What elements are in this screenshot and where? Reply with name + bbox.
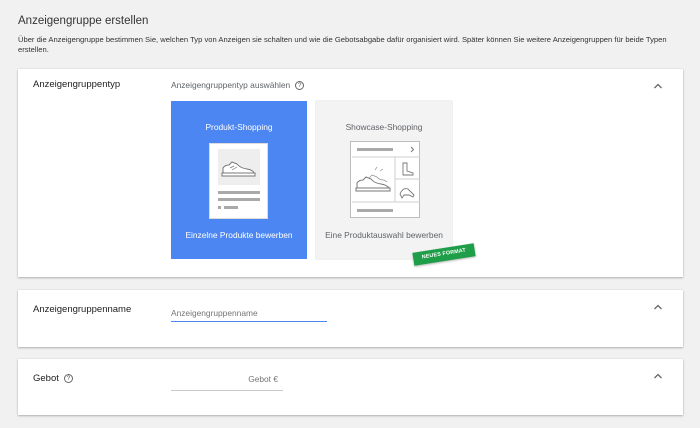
product-shopping-footer: Einzelne Produkte bewerben — [185, 230, 293, 240]
ad-group-type-prompt-text: Anzeigengruppentyp auswählen — [171, 80, 291, 90]
page-description: Über die Anzeigengruppe bestimmen Sie, w… — [18, 35, 667, 54]
bid-input[interactable]: Gebot € — [171, 372, 283, 391]
chevron-up-icon[interactable] — [653, 303, 663, 311]
ad-group-type-card: Anzeigengruppentyp Anzeigengruppentyp au… — [18, 69, 683, 277]
boot-icon — [402, 162, 414, 176]
product-shopping-option[interactable]: Produkt-Shopping Einzelne Produkte bewer… — [171, 101, 307, 259]
bid-card: Gebot? Gebot € — [18, 359, 683, 415]
showcase-shopping-title: Showcase-Shopping — [345, 122, 423, 132]
sneaker-icon — [355, 166, 391, 192]
ad-group-name-input[interactable] — [171, 304, 327, 322]
ad-group-type-label: Anzeigengruppentyp — [33, 79, 121, 90]
bid-input-text: Gebot € — [248, 374, 278, 384]
single-product-illustration — [209, 143, 268, 219]
help-circle-icon[interactable]: ? — [295, 81, 305, 90]
help-circle-icon[interactable]: ? — [63, 374, 73, 383]
chevron-up-icon[interactable] — [653, 372, 663, 380]
ad-group-name-label: Anzeigengruppenname — [33, 304, 132, 315]
bid-label-text: Gebot — [33, 373, 59, 384]
ad-group-type-prompt: Anzeigengruppentyp auswählen? — [171, 80, 305, 90]
heel-shoe-icon — [399, 188, 415, 199]
showcase-illustration — [350, 141, 420, 218]
showcase-shopping-footer: Eine Produktauswahl bewerben — [325, 230, 443, 240]
product-shopping-title: Produkt-Shopping — [205, 122, 273, 132]
ad-group-name-card: Anzeigengruppenname — [18, 290, 683, 347]
bid-label: Gebot? — [33, 373, 73, 384]
chevron-up-icon[interactable] — [653, 82, 663, 90]
showcase-shopping-option[interactable]: Showcase-Shopping Eine Produktauswahl be… — [316, 101, 452, 259]
page-title: Anzeigengruppe erstellen — [18, 15, 149, 27]
